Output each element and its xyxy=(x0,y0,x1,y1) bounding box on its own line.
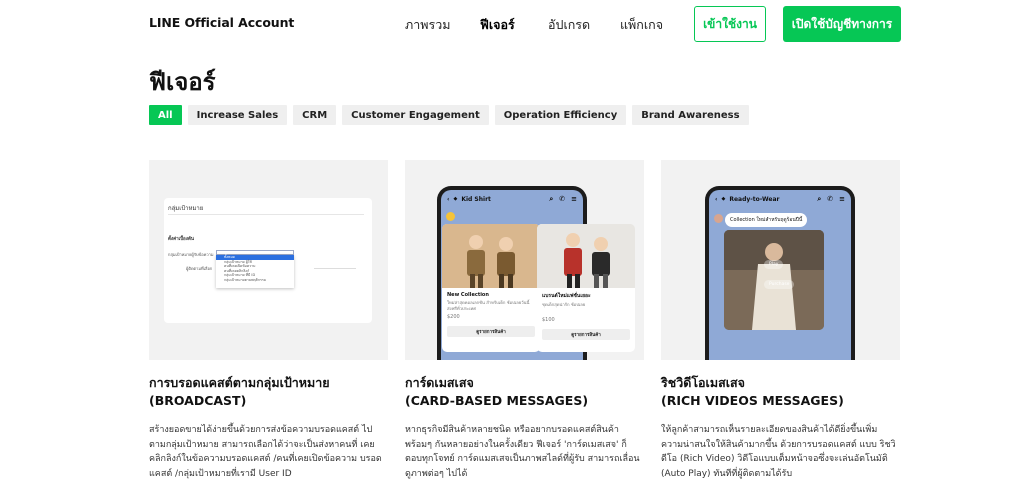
product-title: New Collection xyxy=(447,292,489,298)
mock-row-label: กลุ่มเป้าหมายผู้รับข้อความ xyxy=(168,252,214,257)
card-title-line: (BROADCAST) xyxy=(149,393,247,408)
card-title-line: การบรอดแคสต์ตามกลุ่มเป้าหมาย xyxy=(149,375,330,390)
broadcast-card-description: สร้างยอดขายได้ง่ายขึ้นด้วยการส่งข้อความบ… xyxy=(149,425,382,479)
rich-video-card-description: ให้ลูกค้าสามารถเห็นรายละเอียดของสินค้าได… xyxy=(661,425,896,479)
filter-operation-efficiency[interactable]: Operation Efficiency xyxy=(494,105,627,125)
shield-icon: ◆ xyxy=(721,196,726,202)
dropdown-option: กลุ่มเป้าหมายตามพฤติกรรม xyxy=(224,277,267,282)
view-products-button: ดูรายการสินค้า xyxy=(447,326,535,337)
back-arrow-icon: ‹ xyxy=(447,195,450,203)
product-photo xyxy=(537,224,635,288)
card-title-line: ริชวิดีโอเมสเสจ xyxy=(661,375,745,390)
product-price: $200 xyxy=(447,314,460,320)
nav-upgrade[interactable]: อัปเกรด xyxy=(548,15,590,35)
mock-row-label: ผู้ติดตามที่เลือก xyxy=(186,266,213,271)
card-messages-card-description: หากธุรกิจมีสินค้าหลายชนิด หรืออยากบรอดแค… xyxy=(405,425,640,479)
kids-photo-illustration xyxy=(442,224,540,288)
card-title-line: (RICH VIDEOS MESSAGES) xyxy=(661,393,844,408)
filter-customer-engagement[interactable]: Customer Engagement xyxy=(342,105,489,125)
filter-increase-sales[interactable]: Increase Sales xyxy=(187,105,288,125)
card-messages-card-image[interactable]: ‹ ◆ Kid Shirt ⌕ ✆ ≡ New Collection ใหม่ล… xyxy=(405,160,644,360)
nav-features[interactable]: ฟีเจอร์ xyxy=(480,15,515,35)
chat-header: ‹ ◆ Ready-to-Wear ⌕ ✆ ≡ xyxy=(709,190,851,208)
avatar xyxy=(446,212,455,221)
chat-screen: ‹ ◆ Ready-to-Wear ⌕ ✆ ≡ Collection ใหม่ส… xyxy=(709,190,851,360)
nav-overview[interactable]: ภาพรวม xyxy=(405,15,450,35)
audience-dropdown: ทั้งหมด กลุ่มเป้าหมาย ผู้ใช้ คนที่เคยเปิ… xyxy=(216,255,294,288)
open-account-button[interactable]: เปิดใช้บัญชีทางการ xyxy=(783,6,901,42)
filter-chips: All Increase Sales CRM Customer Engageme… xyxy=(149,105,749,125)
card-title-line: การ์ดเมสเสจ xyxy=(405,375,474,390)
product-card: New Collection ใหม่ล่าสุดคอลเลกชัน สำหรั… xyxy=(442,224,540,352)
product-card: แบรนด์ใหม่แฟชั่นเยอะ ชุดเด็กสุดน่ารัก ช้… xyxy=(537,224,635,352)
divider xyxy=(168,214,364,215)
nav-packages[interactable]: แพ็กเกจ xyxy=(620,15,663,35)
product-title: แบรนด์ใหม่แฟชั่นเยอะ xyxy=(542,293,591,299)
card-title-line: (CARD-BASED MESSAGES) xyxy=(405,393,589,408)
phone-mockup: ‹ ◆ Ready-to-Wear ⌕ ✆ ≡ Collection ใหม่ส… xyxy=(705,186,855,360)
logo[interactable]: LINE Official Account xyxy=(149,15,294,30)
top-nav-bar: LINE Official Account ภาพรวม ฟีเจอร์ อัป… xyxy=(0,0,1024,46)
page-title: ฟีเจอร์ xyxy=(149,68,216,96)
kids-photo-illustration xyxy=(537,224,635,288)
filter-crm[interactable]: CRM xyxy=(293,105,337,125)
menu-icon: ≡ xyxy=(839,194,845,203)
rich-video-card-image[interactable]: ‹ ◆ Ready-to-Wear ⌕ ✆ ≡ Collection ใหม่ส… xyxy=(661,160,900,360)
chat-bubble: Collection ใหม่สำหรับฤดูร้อนปีนี้ xyxy=(725,213,808,227)
product-text: ชุดเด็กสุดน่ารัก ช้อปเลย xyxy=(542,302,586,307)
card-messages-card-title[interactable]: การ์ดเมสเสจ (CARD-BASED MESSAGES) xyxy=(405,374,645,410)
purchase-pill: Purchase xyxy=(764,280,795,289)
mock-section-label: ตั้งค่าเบื้องต้น xyxy=(168,237,194,242)
rich-video-card-title[interactable]: ริชวิดีโอเมสเสจ (RICH VIDEOS MESSAGES) xyxy=(661,374,901,410)
menu-icon: ≡ xyxy=(571,194,577,203)
chat-header: ‹ ◆ Kid Shirt ⌕ ✆ ≡ xyxy=(441,190,583,208)
rich-video-player: Play Purchase xyxy=(724,230,824,330)
product-photo xyxy=(442,224,540,288)
play-pill: Play xyxy=(764,260,784,269)
filter-all[interactable]: All xyxy=(149,105,182,125)
search-icon: ⌕ xyxy=(817,194,822,203)
chat-name: Kid Shirt xyxy=(461,195,491,203)
avatar xyxy=(714,214,723,223)
targeting-settings-mock: กลุ่มเป้าหมาย ตั้งค่าเบื้องต้น กลุ่มเป้า… xyxy=(164,198,372,323)
view-products-button: ดูรายการสินค้า xyxy=(542,328,630,340)
broadcast-card-title[interactable]: การบรอดแคสต์ตามกลุ่มเป้าหมาย (BROADCAST) xyxy=(149,374,389,410)
phone-icon: ✆ xyxy=(559,194,566,203)
product-text: ใหม่ล่าสุดคอลเลกชัน สำหรับเด็ก ช้อปเลยวั… xyxy=(447,300,530,311)
mock-input-line xyxy=(314,265,356,269)
back-arrow-icon: ‹ xyxy=(715,195,718,203)
product-price: $100 xyxy=(542,316,555,323)
filter-brand-awareness[interactable]: Brand Awareness xyxy=(632,105,749,125)
chat-name: Ready-to-Wear xyxy=(729,195,780,203)
phone-icon: ✆ xyxy=(827,194,834,203)
shield-icon: ◆ xyxy=(453,196,458,202)
search-icon: ⌕ xyxy=(549,194,554,203)
broadcast-card-image[interactable]: กลุ่มเป้าหมาย ตั้งค่าเบื้องต้น กลุ่มเป้า… xyxy=(149,160,388,360)
mock-panel-title: กลุ่มเป้าหมาย xyxy=(168,205,204,212)
login-button[interactable]: เข้าใช้งาน xyxy=(694,6,766,42)
